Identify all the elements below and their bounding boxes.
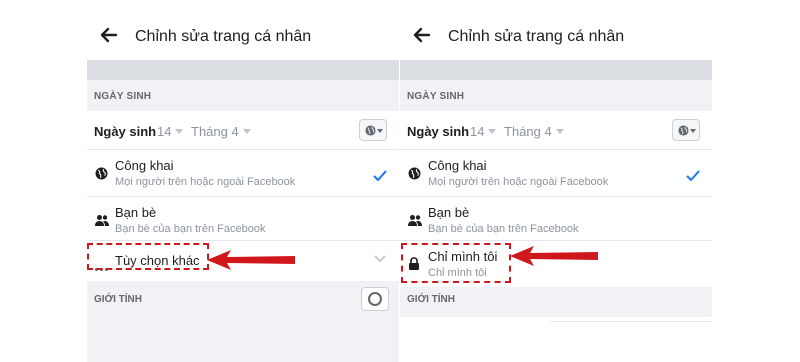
- globe-icon: [365, 125, 376, 136]
- globe-icon: [678, 125, 689, 136]
- birthday-label: Ngày sinh: [94, 124, 157, 139]
- month-select[interactable]: Tháng 4: [504, 124, 564, 139]
- option-public[interactable]: Công khai Mọi người trên hoặc ngoài Face…: [400, 150, 712, 196]
- gender-radio-button[interactable]: [361, 287, 389, 311]
- section-label-gender: GIỚI TÍNH: [94, 294, 142, 305]
- globe-icon: [408, 167, 421, 180]
- page-title: Chỉnh sửa trang cá nhân: [135, 28, 312, 45]
- dropdown-caret-icon: [242, 129, 251, 134]
- option-friends-title: Bạn bè: [115, 205, 157, 220]
- annotation-arrow-left: [207, 250, 295, 270]
- option-public-subtitle: Mọi người trên hoặc ngoài Facebook: [428, 176, 609, 188]
- section-label-birthday: NGÀY SINH: [94, 91, 152, 102]
- cover-band: [87, 60, 399, 80]
- friends-icon: [95, 215, 109, 226]
- header: Chỉnh sửa trang cá nhân: [400, 0, 712, 60]
- highlight-box: [401, 243, 511, 283]
- privacy-selector-button[interactable]: [359, 119, 387, 141]
- privacy-selector-button[interactable]: [672, 119, 700, 141]
- highlight-box: [87, 243, 209, 270]
- birthday-row: Ngày sinh 14 Tháng 4: [87, 111, 399, 149]
- chevron-down-icon[interactable]: [374, 255, 386, 263]
- checkmark-icon: [686, 170, 700, 181]
- option-friends[interactable]: Bạn bè Bạn bè của bạn trên Facebook: [400, 197, 712, 243]
- chevron-down-icon: [377, 129, 383, 133]
- left-screen: Chỉnh sửa trang cá nhân NGÀY SINH Ngày s…: [87, 0, 399, 362]
- globe-icon: [95, 167, 108, 180]
- dropdown-caret-icon: [175, 129, 184, 134]
- back-arrow-icon[interactable]: [413, 25, 431, 45]
- dropdown-caret-icon: [555, 129, 564, 134]
- back-arrow-icon[interactable]: [100, 25, 118, 45]
- section-label-birthday: NGÀY SINH: [407, 91, 465, 102]
- friends-icon: [408, 215, 422, 226]
- checkmark-icon: [373, 170, 387, 181]
- day-select[interactable]: 14: [470, 124, 497, 139]
- option-friends-subtitle: Bạn bè của bạn trên Facebook: [428, 223, 579, 235]
- day-select[interactable]: 14: [157, 124, 184, 139]
- option-public[interactable]: Công khai Mọi người trên hoặc ngoài Face…: [87, 150, 399, 196]
- month-select[interactable]: Tháng 4: [191, 124, 251, 139]
- option-friends[interactable]: Bạn bè Bạn bè của bạn trên Facebook: [87, 197, 399, 243]
- option-friends-subtitle: Bạn bè của bạn trên Facebook: [115, 223, 266, 235]
- dropdown-caret-icon: [488, 129, 497, 134]
- birthday-label: Ngày sinh: [407, 124, 470, 139]
- option-public-subtitle: Mọi người trên hoặc ngoài Facebook: [115, 176, 296, 188]
- option-public-title: Công khai: [428, 158, 487, 173]
- page-title: Chỉnh sửa trang cá nhân: [448, 28, 625, 45]
- chevron-down-icon: [690, 129, 696, 133]
- option-public-title: Công khai: [115, 158, 174, 173]
- birthday-row: Ngày sinh 14 Tháng 4: [400, 111, 712, 149]
- cover-band: [400, 60, 712, 80]
- section-label-gender: GIỚI TÍNH: [407, 294, 455, 305]
- option-friends-title: Bạn bè: [428, 205, 470, 220]
- annotation-arrow-right: [510, 246, 598, 266]
- radio-icon: [368, 292, 382, 306]
- right-screen: Chỉnh sửa trang cá nhân NGÀY SINH Ngày s…: [400, 0, 712, 362]
- header: Chỉnh sửa trang cá nhân: [87, 0, 399, 60]
